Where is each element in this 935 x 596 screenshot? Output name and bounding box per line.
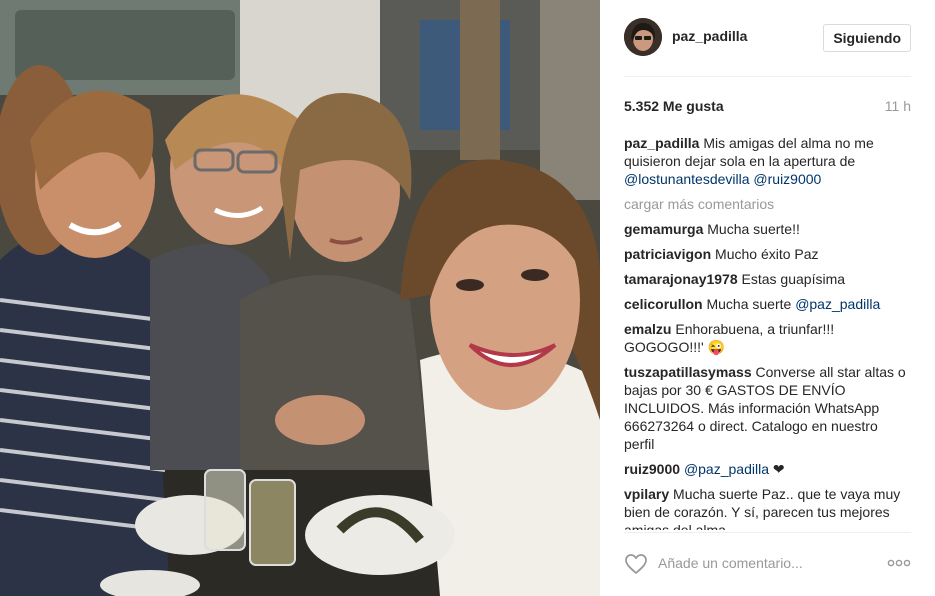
photo-illustration bbox=[0, 0, 600, 596]
post-header: paz_padilla Siguiendo bbox=[624, 18, 911, 58]
caption-username[interactable]: paz_padilla bbox=[624, 135, 699, 151]
caption-mention[interactable]: @ruiz9000 bbox=[753, 171, 821, 187]
comment-text: Estas guapísima bbox=[741, 271, 846, 287]
post-side-panel: paz_padilla Siguiendo 5.352 Me gusta 11 … bbox=[600, 0, 935, 596]
comment-text: Mucha suerte bbox=[706, 296, 792, 312]
following-button[interactable]: Siguiendo bbox=[823, 24, 911, 52]
comment: patriciavigon Mucho éxito Paz bbox=[624, 245, 911, 263]
post-time[interactable]: 11 h bbox=[885, 98, 911, 114]
comment-text: Mucha suerte!! bbox=[707, 221, 800, 237]
post-photo[interactable] bbox=[0, 0, 600, 596]
comment-text: ❤ bbox=[772, 461, 785, 477]
comment: celicorullon Mucha suerte @paz_padilla bbox=[624, 295, 911, 313]
load-more-comments-link[interactable]: cargar más comentarios bbox=[624, 195, 911, 213]
username[interactable]: paz_padilla bbox=[672, 28, 747, 44]
comment-username[interactable]: tuszapatillasymass bbox=[624, 364, 752, 380]
add-comment-input[interactable] bbox=[658, 553, 878, 573]
comment-username[interactable]: patriciavigon bbox=[624, 246, 711, 262]
comment-username[interactable]: gemamurga bbox=[624, 221, 703, 237]
comment: tamarajonay1978 Estas guapísima bbox=[624, 270, 911, 288]
comment: emalzu Enhorabuena, a triunfar!!! GOGOGO… bbox=[624, 320, 911, 356]
comment-bar bbox=[624, 547, 911, 579]
caption: paz_padilla Mis amigas del alma no me qu… bbox=[624, 134, 911, 188]
heart-icon[interactable] bbox=[624, 553, 648, 575]
divider bbox=[624, 76, 911, 77]
avatar-image bbox=[624, 18, 662, 56]
comment: tuszapatillasymass Converse all star alt… bbox=[624, 363, 911, 453]
comment-mention[interactable]: @paz_padilla bbox=[795, 296, 880, 312]
comment-mention[interactable]: @paz_padilla bbox=[684, 461, 769, 477]
comment: gemamurga Mucha suerte!! bbox=[624, 220, 911, 238]
comment-username[interactable]: vpilary bbox=[624, 486, 669, 502]
comment-username[interactable]: tamarajonay1978 bbox=[624, 271, 738, 287]
comment-username[interactable]: celicorullon bbox=[624, 296, 703, 312]
comment-text: Mucho éxito Paz bbox=[715, 246, 819, 262]
more-options-icon[interactable] bbox=[887, 555, 911, 571]
caption-mention[interactable]: @lostunantesdevilla bbox=[624, 171, 750, 187]
comment-username[interactable]: ruiz9000 bbox=[624, 461, 680, 477]
avatar[interactable] bbox=[624, 18, 662, 56]
likes-count[interactable]: 5.352 Me gusta bbox=[624, 98, 724, 114]
comment: vpilary Mucha suerte Paz.. que te vaya m… bbox=[624, 485, 911, 530]
divider bbox=[624, 532, 911, 533]
comment: ruiz9000 @paz_padilla ❤ bbox=[624, 460, 911, 478]
likes-row: 5.352 Me gusta 11 h bbox=[624, 96, 911, 116]
comment-username[interactable]: emalzu bbox=[624, 321, 671, 337]
comments-list[interactable]: paz_padilla Mis amigas del alma no me qu… bbox=[624, 134, 911, 530]
